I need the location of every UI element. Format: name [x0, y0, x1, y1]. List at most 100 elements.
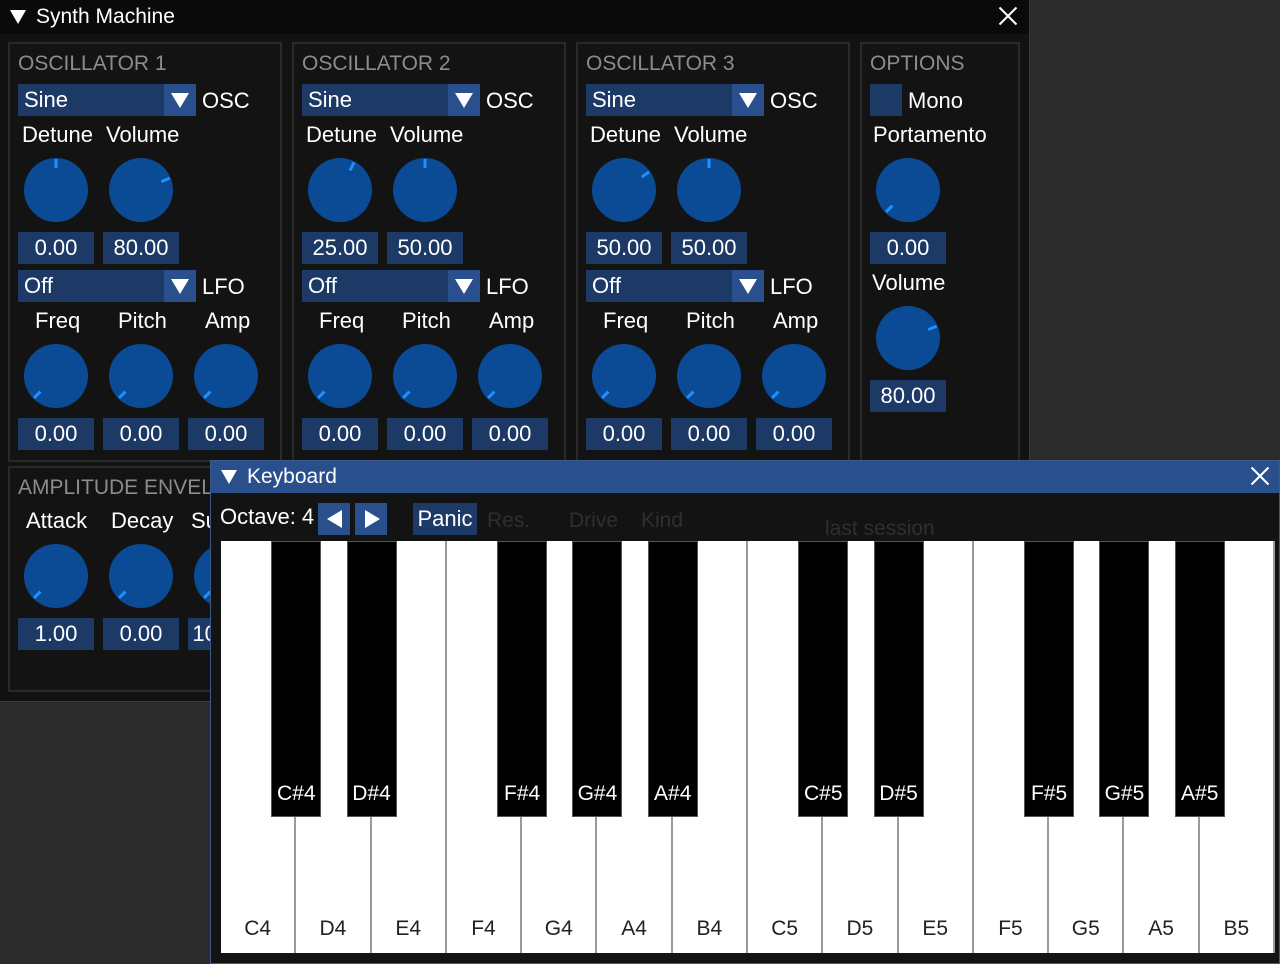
master-volume-knob[interactable]: [876, 306, 940, 370]
osc1-detune-knob[interactable]: [24, 158, 88, 222]
attack-knob[interactable]: [24, 544, 88, 608]
key-label: E5: [922, 917, 949, 940]
osc3-detune-value[interactable]: 50.00: [586, 232, 662, 264]
black-key[interactable]: G#4: [572, 541, 623, 817]
osc2-amp-value[interactable]: 0.00: [472, 418, 548, 450]
osc3-pitch-value[interactable]: 0.00: [671, 418, 747, 450]
window-titlebar[interactable]: Synth Machine: [0, 0, 1029, 34]
oscillator-2-panel: OSCILLATOR 2 Sine OSC Detune Volume 25.0…: [292, 42, 566, 462]
osc2-detune-knob[interactable]: [308, 158, 372, 222]
volume-label: Volume: [390, 122, 464, 147]
mono-label: Mono: [908, 88, 964, 113]
osc3-freq-knob[interactable]: [592, 344, 656, 408]
osc1-pitch-knob[interactable]: [109, 344, 173, 408]
osc1-pitch-value[interactable]: 0.00: [103, 418, 179, 450]
detune-label: Detune: [590, 122, 661, 147]
osc-label: OSC: [202, 88, 250, 113]
osc3-lfo-dropdown[interactable]: Off: [586, 270, 764, 302]
decay-value[interactable]: 0.00: [103, 618, 179, 650]
key-label: D5: [846, 917, 874, 940]
chevron-down-icon[interactable]: [732, 270, 764, 302]
panic-button[interactable]: Panic: [413, 503, 477, 535]
osc3-freq-value[interactable]: 0.00: [586, 418, 662, 450]
osc2-volume-knob[interactable]: [393, 158, 457, 222]
key-label: C4: [244, 917, 272, 940]
keyboard-titlebar[interactable]: Keyboard: [211, 461, 1279, 493]
dropdown-value: Off: [592, 273, 621, 298]
decay-knob[interactable]: [109, 544, 173, 608]
key-label: C#4: [277, 782, 316, 805]
attack-value[interactable]: 1.00: [18, 618, 94, 650]
chevron-down-icon[interactable]: [448, 84, 480, 116]
collapse-arrow-icon[interactable]: [221, 470, 237, 484]
osc1-waveform-dropdown[interactable]: Sine: [18, 84, 196, 116]
osc-label: OSC: [486, 88, 534, 113]
black-key[interactable]: A#4: [647, 541, 698, 817]
black-key[interactable]: G#5: [1099, 541, 1150, 817]
osc1-volume-knob[interactable]: [109, 158, 173, 222]
octave-label: Octave: 4: [220, 504, 315, 529]
key-label: A4: [621, 917, 647, 940]
osc1-amp-knob[interactable]: [194, 344, 258, 408]
osc1-freq-knob[interactable]: [24, 344, 88, 408]
osc1-detune-value[interactable]: 0.00: [18, 232, 94, 264]
osc1-amp-value[interactable]: 0.00: [188, 418, 264, 450]
key-label: A5: [1148, 917, 1174, 940]
osc2-volume-value[interactable]: 50.00: [387, 232, 463, 264]
black-key[interactable]: D#5: [873, 541, 924, 817]
osc2-freq-knob[interactable]: [308, 344, 372, 408]
lfo-label: LFO: [486, 274, 529, 299]
piano-keyboard: C4 D4 E4 F4 G4 A4 B4 C5 D5 E5 F5 G5 A5 B5 C#4 D#4 F#4 G#4…: [221, 541, 1275, 955]
freq-label: Freq: [603, 308, 649, 333]
osc3-volume-value[interactable]: 50.00: [671, 232, 747, 264]
dropdown-value: Sine: [308, 87, 353, 112]
pitch-label: Pitch: [402, 308, 451, 333]
osc2-freq-value[interactable]: 0.00: [302, 418, 378, 450]
lfo-label: LFO: [770, 274, 813, 299]
osc2-pitch-value[interactable]: 0.00: [387, 418, 463, 450]
osc3-detune-knob[interactable]: [592, 158, 656, 222]
osc3-amp-value[interactable]: 0.00: [756, 418, 832, 450]
chevron-down-icon[interactable]: [448, 270, 480, 302]
close-icon[interactable]: [1249, 465, 1271, 487]
osc1-freq-value[interactable]: 0.00: [18, 418, 94, 450]
octave-up-button[interactable]: [355, 503, 387, 535]
chevron-down-icon[interactable]: [164, 84, 196, 116]
chevron-down-icon[interactable]: [164, 270, 196, 302]
osc1-volume-value[interactable]: 80.00: [103, 232, 179, 264]
ghost-drive-label: Drive: [569, 509, 619, 532]
octave-down-button[interactable]: [318, 503, 350, 535]
osc2-detune-value[interactable]: 25.00: [302, 232, 378, 264]
master-volume-value[interactable]: 80.00: [870, 380, 946, 412]
mono-checkbox[interactable]: [870, 84, 902, 116]
key-label: G5: [1071, 917, 1100, 940]
oscillator-3-panel: OSCILLATOR 3 Sine OSC Detune Volume 50.0…: [576, 42, 850, 462]
key-label: D4: [319, 917, 347, 940]
osc3-waveform-dropdown[interactable]: Sine: [586, 84, 764, 116]
osc3-amp-knob[interactable]: [762, 344, 826, 408]
ghost-session-label: last session: [825, 517, 935, 540]
key-label: D#4: [352, 782, 391, 805]
key-label: F#5: [1031, 782, 1068, 805]
key-label: C#5: [804, 782, 843, 805]
chevron-down-icon[interactable]: [732, 84, 764, 116]
black-key[interactable]: D#4: [346, 541, 397, 817]
black-key[interactable]: A#5: [1174, 541, 1225, 817]
osc2-pitch-knob[interactable]: [393, 344, 457, 408]
osc2-waveform-dropdown[interactable]: Sine: [302, 84, 480, 116]
osc1-lfo-dropdown[interactable]: Off: [18, 270, 196, 302]
osc2-lfo-dropdown[interactable]: Off: [302, 270, 480, 302]
black-key[interactable]: F#5: [1024, 541, 1075, 817]
black-key[interactable]: F#4: [497, 541, 548, 817]
black-key[interactable]: C#4: [271, 541, 322, 817]
black-key[interactable]: C#5: [798, 541, 849, 817]
portamento-value[interactable]: 0.00: [870, 232, 946, 264]
portamento-knob[interactable]: [876, 158, 940, 222]
close-icon[interactable]: [997, 5, 1019, 27]
osc-label: OSC: [770, 88, 818, 113]
osc3-pitch-knob[interactable]: [677, 344, 741, 408]
osc2-amp-knob[interactable]: [478, 344, 542, 408]
key-label: F5: [998, 917, 1023, 940]
osc3-volume-knob[interactable]: [677, 158, 741, 222]
collapse-arrow-icon[interactable]: [10, 10, 26, 24]
